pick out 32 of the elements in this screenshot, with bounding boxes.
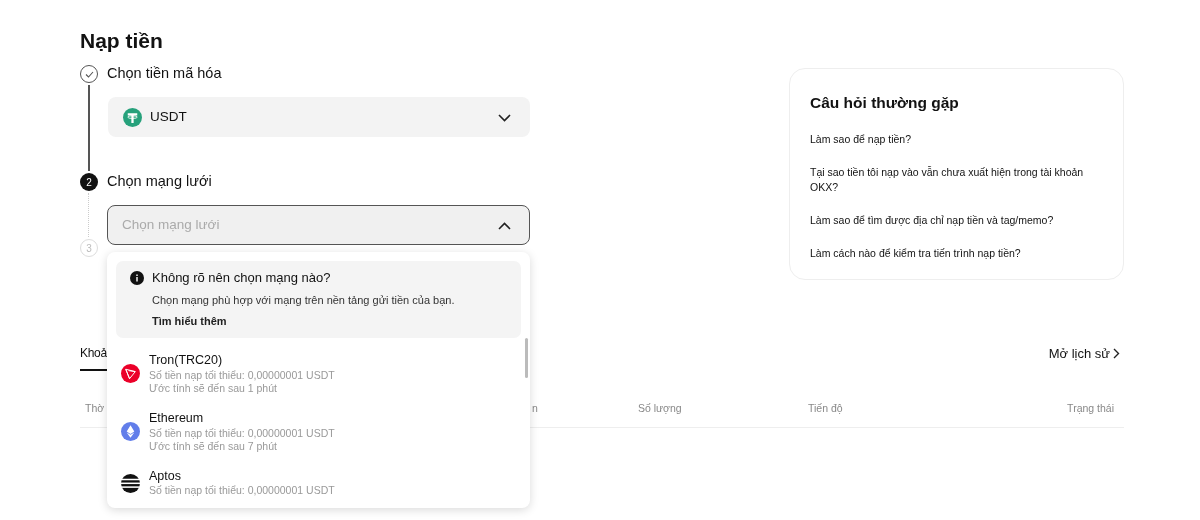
step-label: Chọn tiền mã hóa xyxy=(107,64,222,84)
tether-icon xyxy=(123,107,142,127)
triangle-logo-icon xyxy=(121,364,140,384)
page-title: Nạp tiền xyxy=(80,28,164,54)
chevron-down-icon xyxy=(498,114,511,122)
scrollbar-thumb[interactable] xyxy=(525,338,528,378)
faq-link[interactable]: Tại sao tiền tôi nạp vào vẫn chưa xuất hiện trong tài khoản OKX? xyxy=(810,165,1103,194)
notice-text: Chọn mạng phù hợp với mạng trên nền tảng gửi tiền của bạn. xyxy=(152,292,456,308)
step-label: Chọn mạng lưới xyxy=(107,172,212,192)
diamond-logo-icon xyxy=(121,422,140,442)
column-header: Tiến độ xyxy=(808,401,844,416)
faq-link[interactable]: Làm sao để nạp tiền? xyxy=(810,132,1103,147)
notice-title: Không rõ nên chọn mạng nào? xyxy=(152,269,331,287)
column-header: Số lượng xyxy=(638,401,683,416)
network-option[interactable]: Aptos Số tiền nạp tối thiểu: 0,00000001 USDT xyxy=(121,468,530,498)
coin-select[interactable]: USDT xyxy=(108,97,530,138)
step-indicator: 2 xyxy=(80,173,98,192)
chevron-right-icon xyxy=(1113,348,1120,360)
column-header: n xyxy=(532,401,539,416)
column-header: Thờ xyxy=(85,401,106,416)
faq-link[interactable]: Làm sao để tìm được địa chỉ nạp tiền và tag/memo? xyxy=(810,212,1103,227)
learn-more-link[interactable]: Tìm hiểu thêm xyxy=(152,313,227,330)
faq-link[interactable]: Làm cách nào để kiểm tra tiến trình nạp tiền? xyxy=(810,245,1103,261)
step-indicator: 3 xyxy=(80,239,98,258)
network-option[interactable]: Tron(TRC20) Số tiền nạp tối thiểu: 0,00000001 USDT Ước tính sẽ đến sau 1 phút xyxy=(121,353,530,395)
info-icon xyxy=(130,270,144,285)
striped-logo-icon xyxy=(121,473,140,493)
chevron-up-icon xyxy=(498,222,511,230)
network-option[interactable]: Ethereum Số tiền nạp tối thiểu: 0,00000001 USDT Ước tính sẽ đến sau 7 phút xyxy=(121,410,530,453)
column-header: Trạng thái xyxy=(1067,401,1114,416)
history-link[interactable]: Mở lịch sử xyxy=(1048,344,1120,364)
faq-title: Câu hỏi thường gặp xyxy=(810,93,960,113)
